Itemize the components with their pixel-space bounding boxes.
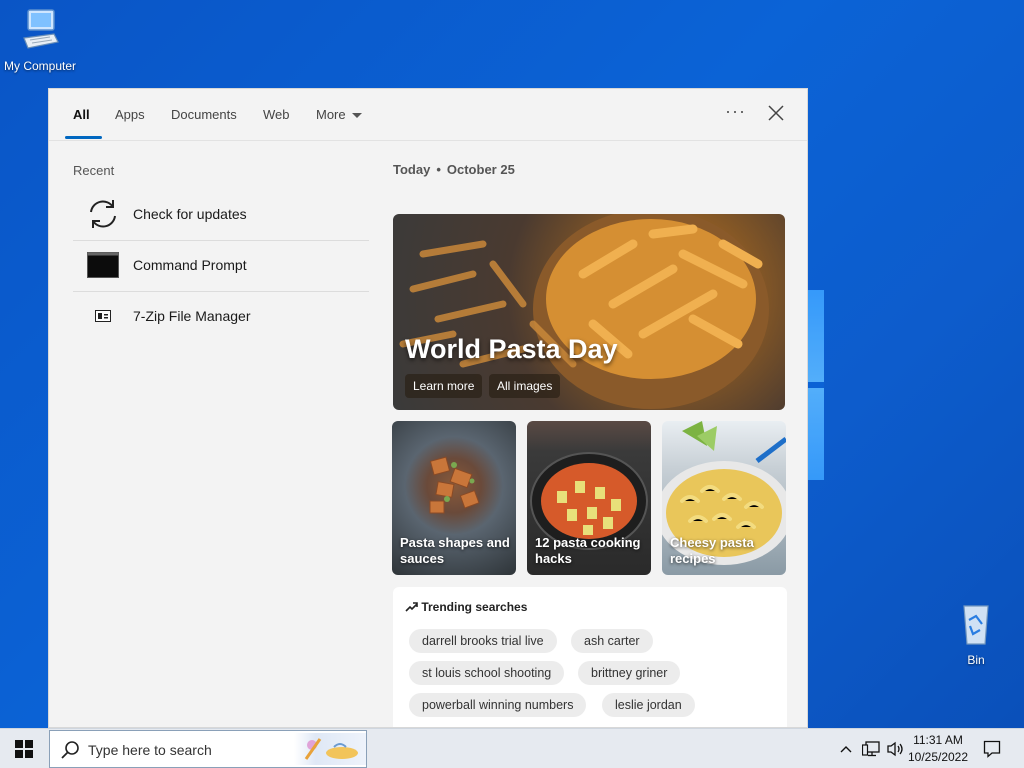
clock-time: 11:31 AM (913, 733, 963, 747)
command-prompt-icon (73, 252, 133, 278)
search-placeholder: Type here to search (88, 742, 212, 758)
taskbar-clock[interactable]: 11:31 AM 10/25/2022 (902, 732, 974, 766)
computer-icon (23, 9, 59, 49)
recent-item-check-for-updates[interactable]: Check for updates (73, 189, 369, 239)
desktop-icon-label: My Computer (3, 59, 77, 73)
trending-pill[interactable]: ash carter (571, 629, 653, 653)
recent-item-7zip[interactable]: 7-Zip File Manager (73, 291, 369, 341)
tab-web[interactable]: Web (263, 107, 290, 122)
start-button[interactable] (0, 729, 48, 768)
all-images-button[interactable]: All images (489, 374, 561, 398)
learn-more-button[interactable]: Learn more (405, 374, 483, 398)
active-tab-indicator (65, 136, 102, 139)
tab-apps[interactable]: Apps (115, 107, 145, 122)
show-hidden-icons-chevron[interactable] (838, 729, 854, 768)
card-caption: 12 pasta cooking hacks (535, 535, 641, 566)
tab-all[interactable]: All (73, 107, 90, 122)
trending-pill[interactable]: darrell brooks trial live (409, 629, 557, 653)
search-tabs: All Apps Documents Web More ··· (49, 89, 807, 141)
notification-icon (983, 740, 1001, 758)
trending-arrow-icon (405, 602, 418, 612)
search-home-section: Today • October 25 World Pasta Day Learn… (392, 141, 793, 727)
trending-pill[interactable]: brittney griner (578, 661, 681, 685)
search-highlight-pasta-icon (294, 733, 366, 765)
card-caption: Pasta shapes and sauces (400, 535, 510, 566)
network-tray-button[interactable] (860, 729, 882, 768)
trending-pill[interactable]: leslie jordan (602, 693, 695, 717)
sync-icon (73, 197, 133, 231)
options-ellipsis-button[interactable]: ··· (725, 101, 746, 122)
tab-more-label: More (316, 107, 346, 122)
today-label: Today (393, 162, 431, 177)
search-panel: All Apps Documents Web More ··· Recent C… (48, 88, 808, 728)
desktop-icon-label: Bin (967, 653, 985, 667)
trending-pill[interactable]: st louis school shooting (409, 661, 565, 685)
desktop-icon-my-computer[interactable]: My Computer (2, 8, 78, 73)
today-header: Today • October 25 (393, 162, 515, 177)
recent-item-label: Command Prompt (133, 257, 247, 273)
hero-card-world-pasta-day[interactable]: World Pasta Day Learn more All images (393, 214, 785, 410)
trending-pill[interactable]: powerball winning numbers (409, 693, 587, 717)
windows-logo-icon (15, 740, 33, 758)
trending-title-text: Trending searches (421, 600, 528, 614)
network-icon (862, 741, 880, 757)
recycle-bin-icon (963, 605, 989, 645)
taskbar-search-box[interactable]: Type here to search (49, 730, 367, 768)
7zip-icon (73, 310, 133, 322)
today-date: October 25 (446, 162, 515, 177)
card-pasta-cooking-hacks[interactable]: 12 pasta cooking hacks (527, 421, 651, 575)
recent-title: Recent (73, 163, 115, 178)
recent-item-command-prompt[interactable]: Command Prompt (73, 240, 369, 290)
recent-item-label: Check for updates (133, 206, 247, 222)
search-icon (61, 741, 79, 759)
trending-searches: Trending searches darrell brooks trial l… (393, 587, 787, 727)
hero-title: World Pasta Day (405, 334, 618, 364)
trending-title: Trending searches (405, 600, 527, 614)
notifications-button[interactable] (980, 729, 1004, 768)
clock-date: 10/25/2022 (907, 750, 969, 764)
taskbar: Type here to search 11:31 AM 10/25/2022 (0, 728, 1024, 768)
recent-item-label: 7-Zip File Manager (133, 308, 251, 324)
card-cheesy-pasta[interactable]: Cheesy pasta recipes (662, 421, 786, 575)
desktop-icon-recycle-bin[interactable]: Bin (946, 602, 1006, 667)
tab-documents[interactable]: Documents (171, 107, 237, 122)
chevron-up-icon (840, 746, 852, 753)
tab-more[interactable]: More (316, 107, 362, 122)
card-caption: Cheesy pasta recipes (670, 535, 754, 566)
card-pasta-shapes[interactable]: Pasta shapes and sauces (392, 421, 516, 575)
close-icon[interactable] (767, 104, 785, 122)
chevron-down-icon (351, 113, 362, 119)
recent-section: Recent Check for updates Command Prompt … (49, 141, 379, 727)
